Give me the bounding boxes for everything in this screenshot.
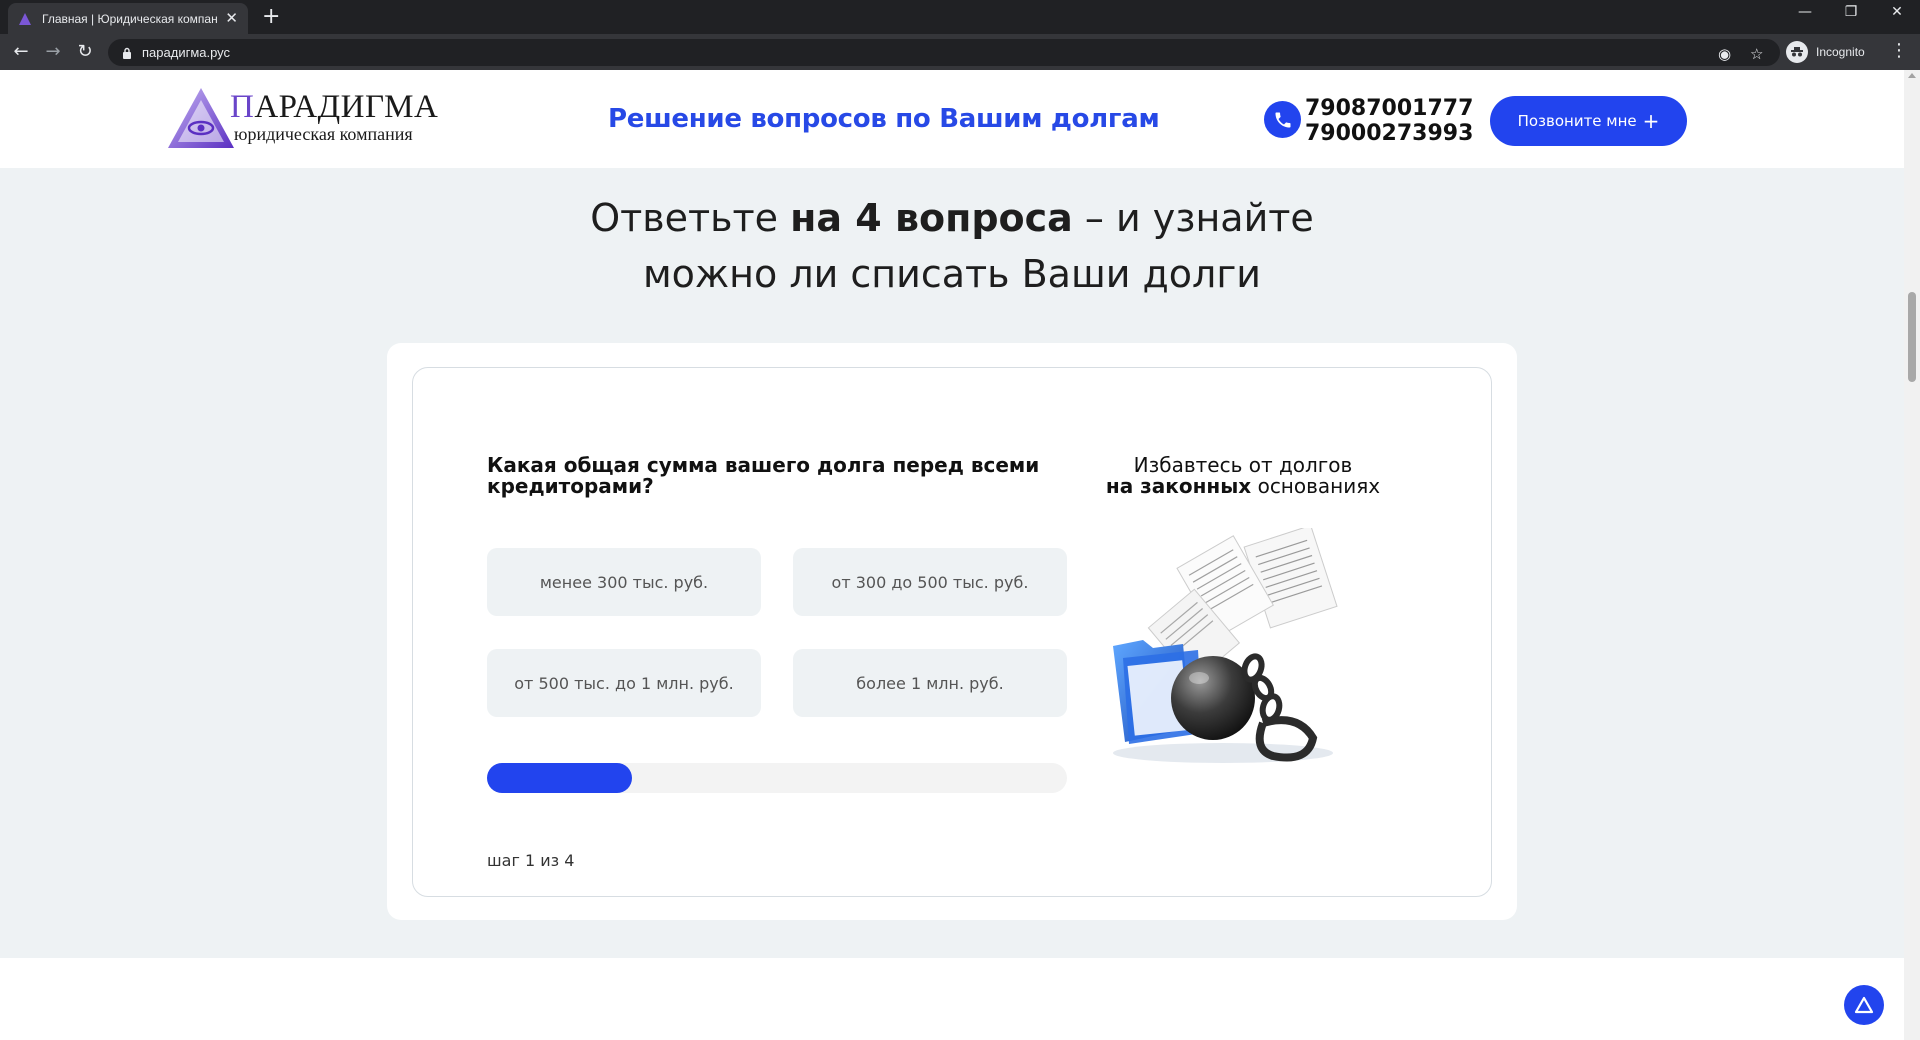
page-viewport: ПАРАДИГМА юридическая компания Решение в…: [0, 70, 1904, 1040]
callback-button[interactable]: Позвоните мне +: [1490, 96, 1687, 146]
answer-option-1[interactable]: менее 300 тыс. руб.: [487, 548, 761, 616]
incognito-label: Incognito: [1816, 45, 1865, 59]
quiz-panel: Какая общая сумма вашего долга перед все…: [412, 367, 1492, 897]
scrollbar-thumb[interactable]: [1908, 292, 1916, 382]
plus-icon: +: [1642, 109, 1660, 133]
window-close-icon[interactable]: ✕: [1874, 4, 1920, 20]
promo-text: Избавтесь от долгов на законных основани…: [1105, 453, 1381, 498]
address-bar[interactable]: парадигма.рус ◉ ☆: [108, 39, 1780, 66]
browser-toolbar: ← → ↻ парадигма.рус ◉ ☆ Incognito ⋮: [0, 34, 1920, 70]
callback-button-label: Позвоните мне: [1517, 112, 1637, 130]
phone-numbers: 79087001777 79000273993: [1305, 96, 1473, 146]
triangle-up-icon: [1854, 996, 1874, 1014]
minimize-icon[interactable]: —: [1782, 4, 1828, 20]
quiz-progress-fill: [487, 763, 632, 793]
url-text: парадигма.рус: [142, 45, 231, 60]
company-logo[interactable]: ПАРАДИГМА юридическая компания: [166, 86, 466, 152]
header-tagline: Решение вопросов по Вашим долгам: [608, 104, 1160, 134]
tab-title: Главная | Юридическая компания Парадигма: [42, 11, 218, 26]
site-header: ПАРАДИГМА юридическая компания Решение в…: [0, 70, 1904, 168]
logo-triangle-icon: [168, 88, 234, 148]
page-scrollbar[interactable]: [1904, 70, 1920, 1040]
browser-menu-icon[interactable]: ⋮: [1890, 40, 1908, 61]
logo-subtitle: юридическая компания: [234, 124, 413, 144]
incognito-icon: [1786, 41, 1808, 63]
scroll-to-top-button[interactable]: [1844, 985, 1884, 1025]
bookmark-star-icon[interactable]: ☆: [1750, 45, 1763, 63]
debt-chains-illustration: [1113, 528, 1338, 763]
restore-icon[interactable]: ❐: [1828, 4, 1874, 20]
scroll-up-icon[interactable]: [1908, 73, 1916, 78]
quiz-question: Какая общая сумма вашего долга перед все…: [487, 453, 1040, 498]
answer-option-3[interactable]: от 500 тыс. до 1 млн. руб.: [487, 649, 761, 717]
eye-off-icon[interactable]: ◉: [1718, 45, 1731, 63]
site-favicon-icon: [19, 12, 31, 25]
quiz-card: Какая общая сумма вашего долга перед все…: [387, 343, 1517, 920]
forward-arrow-icon[interactable]: →: [42, 41, 64, 63]
reload-icon[interactable]: ↻: [74, 41, 96, 63]
back-arrow-icon[interactable]: ←: [10, 41, 32, 63]
tab-close-icon[interactable]: ✕: [225, 11, 238, 26]
quiz-headline: Ответьте на 4 вопроса – и узнайте можно …: [590, 196, 1314, 296]
incognito-indicator[interactable]: Incognito: [1786, 41, 1865, 63]
phone-number-1[interactable]: 79087001777: [1305, 96, 1473, 121]
new-tab-button[interactable]: +: [262, 5, 280, 29]
answer-option-2[interactable]: от 300 до 500 тыс. руб.: [793, 548, 1067, 616]
browser-tab-bar: Главная | Юридическая компания Парадигма…: [0, 0, 1920, 34]
lock-icon: [123, 47, 131, 59]
phone-number-2[interactable]: 79000273993: [1305, 121, 1473, 146]
logo-name: ПАРАДИГМА: [230, 89, 439, 125]
answer-option-4[interactable]: более 1 млн. руб.: [793, 649, 1067, 717]
phone-icon: [1264, 101, 1301, 138]
browser-tab[interactable]: Главная | Юридическая компания Парадигма…: [8, 3, 248, 34]
quiz-progress-bar: [487, 763, 1067, 793]
quiz-step-label: шаг 1 из 4: [487, 851, 575, 870]
next-section: [0, 958, 1904, 1040]
